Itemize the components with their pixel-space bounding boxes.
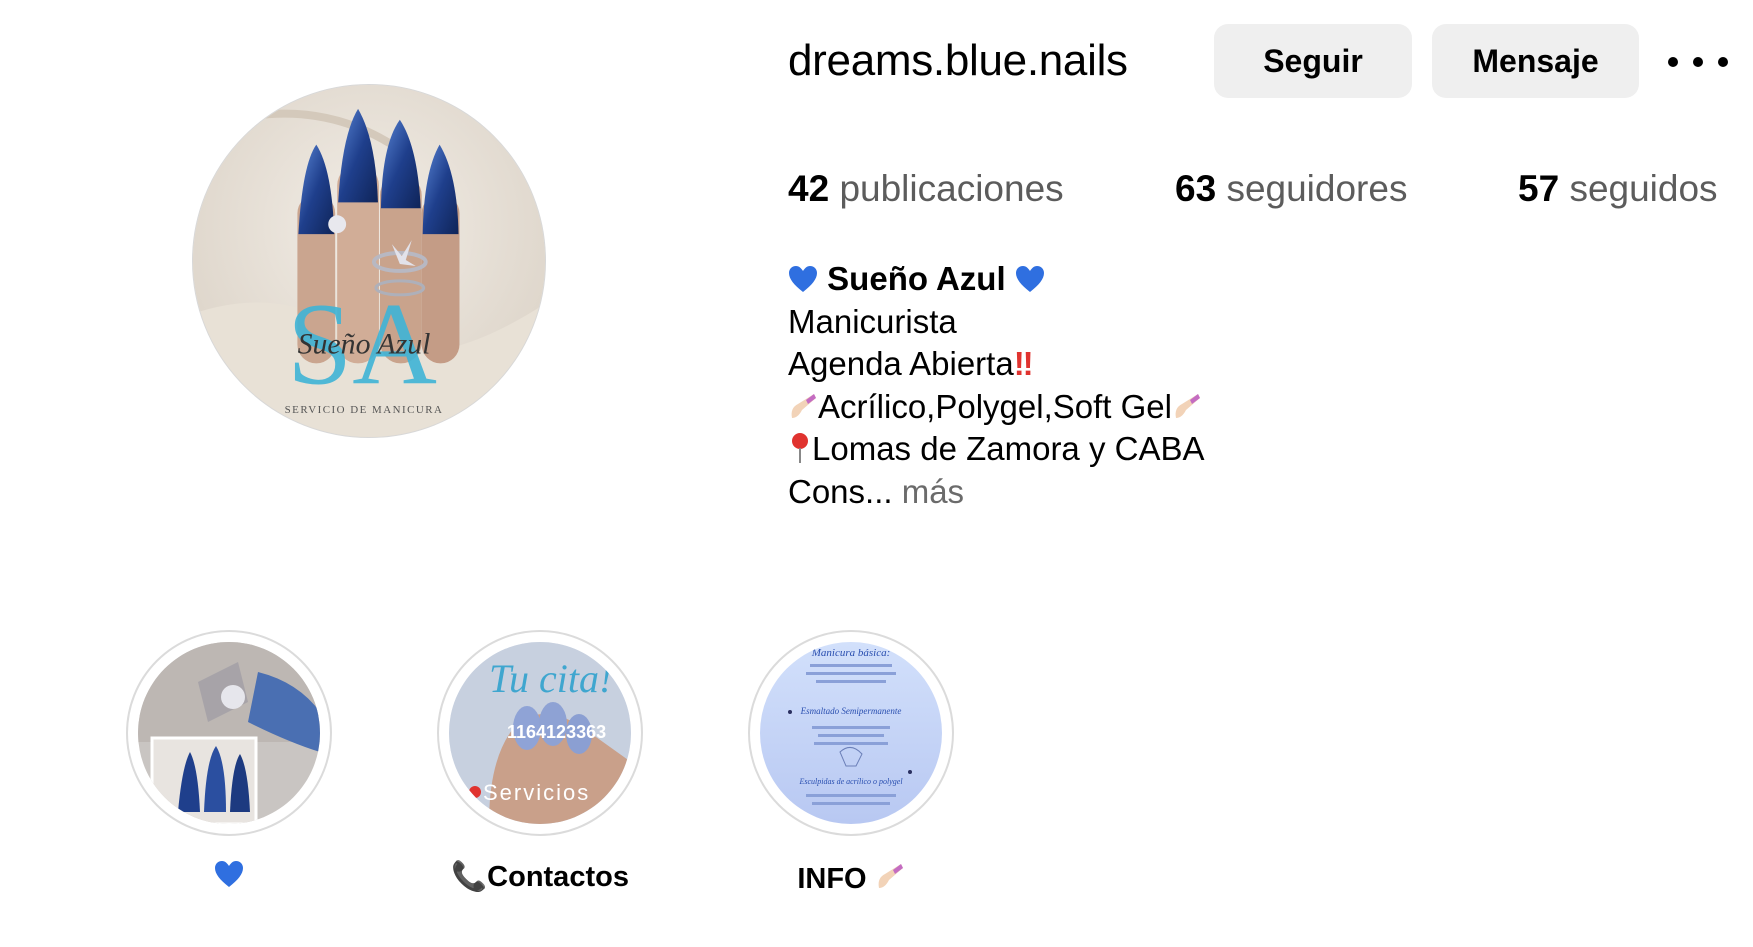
- highlight-label-text: Contactos: [487, 861, 629, 893]
- highlight-contactos[interactable]: Tu cita! 1164123363 Servicios 📞Contactos: [437, 630, 643, 893]
- svg-text:Sueño Azul: Sueño Azul: [298, 327, 431, 360]
- following-link[interactable]: 57 seguidos: [1518, 168, 1718, 210]
- bio-more-link[interactable]: más: [902, 473, 964, 510]
- telephone-icon: 📞: [451, 861, 488, 893]
- highlight-cover-image: Tu cita! 1164123363 Servicios: [449, 642, 631, 824]
- blue-heart-icon: [215, 861, 243, 887]
- highlight-cover: Manicura básica: Esmaltado Semipermanent…: [760, 642, 942, 824]
- svg-text:Tu cita!: Tu cita!: [489, 656, 612, 701]
- highlight-cover-image: Manicura básica: Esmaltado Semipermanent…: [760, 642, 942, 824]
- bio-agenda-line: Agenda Abierta!!: [788, 343, 1205, 386]
- bio-role: Manicurista: [788, 302, 957, 340]
- profile-avatar[interactable]: SA Sueño Azul SERVICIO DE MANICURA: [192, 84, 546, 438]
- dot: [1668, 57, 1678, 67]
- bio-truncated: Cons...: [788, 472, 893, 510]
- username: dreams.blue.nails: [788, 36, 1128, 85]
- highlight-label-text: INFO: [797, 863, 867, 895]
- posts-count: 42 publicaciones: [788, 168, 1064, 210]
- profile-photo: SA Sueño Azul SERVICIO DE MANICURA: [193, 85, 545, 437]
- highlight-heart[interactable]: [126, 630, 332, 887]
- followers-number: 63: [1175, 168, 1217, 209]
- bio-services-line: Acrílico,Polygel,Soft Gel: [788, 386, 1205, 429]
- followers-link[interactable]: 63 seguidores: [1175, 168, 1407, 210]
- highlight-cover-image: [138, 642, 320, 824]
- blue-heart-icon: [789, 266, 817, 292]
- svg-text:Esculpidas de acrílico o polyg: Esculpidas de acrílico o polygel: [798, 777, 903, 786]
- posts-number: 42: [788, 168, 830, 209]
- svg-text:SERVICIO DE MANICURA: SERVICIO DE MANICURA: [285, 404, 444, 416]
- bio-location: Lomas de Zamora y CABA: [812, 430, 1205, 467]
- more-options-icon[interactable]: [1668, 38, 1728, 86]
- highlight-info[interactable]: Manicura básica: Esmaltado Semipermanent…: [748, 630, 954, 895]
- svg-text:Manicura básica:: Manicura básica:: [811, 647, 891, 659]
- dot: [1718, 57, 1728, 67]
- location-pin-icon: [792, 433, 808, 463]
- message-button[interactable]: Mensaje: [1432, 24, 1639, 98]
- follow-button[interactable]: Seguir: [1214, 24, 1412, 98]
- followers-label: seguidores: [1226, 168, 1408, 209]
- highlight-label: [86, 860, 372, 893]
- highlight-ring: Tu cita! 1164123363 Servicios: [437, 630, 643, 836]
- highlight-cover: [138, 642, 320, 824]
- following-label: seguidos: [1569, 168, 1718, 209]
- posts-label: publicaciones: [839, 168, 1064, 209]
- highlight-label: 📞Contactos: [397, 860, 683, 894]
- double-exclamation-icon: !!: [1013, 345, 1034, 382]
- highlight-label: INFO: [708, 860, 994, 896]
- bio: Sueño Azul Manicurista Agenda Abierta!! …: [788, 258, 1205, 513]
- bio-location-line: Lomas de Zamora y CABA: [788, 428, 1205, 471]
- bio-display-name: Sueño Azul: [827, 260, 1006, 297]
- bio-services: Acrílico,Polygel,Soft Gel: [818, 387, 1172, 425]
- bio-agenda: Agenda Abierta: [788, 345, 1014, 382]
- bio-name-line: Sueño Azul: [788, 258, 1205, 301]
- blue-heart-icon: [1015, 266, 1044, 292]
- highlight-cover: Tu cita! 1164123363 Servicios: [449, 642, 631, 824]
- dot: [1693, 57, 1703, 67]
- highlight-ring: [126, 630, 332, 836]
- nail-polish-icon: [878, 864, 903, 888]
- following-number: 57: [1518, 168, 1560, 209]
- svg-text:Esmaltado Semipermanente: Esmaltado Semipermanente: [800, 706, 902, 716]
- bio-truncated-line: Cons... más: [788, 471, 1205, 514]
- nail-polish-icon: [1175, 393, 1200, 418]
- nail-polish-icon: [791, 393, 816, 418]
- svg-text:Servicios: Servicios: [483, 780, 590, 805]
- highlight-ring: Manicura básica: Esmaltado Semipermanent…: [748, 630, 954, 836]
- svg-text:1164123363: 1164123363: [507, 722, 606, 742]
